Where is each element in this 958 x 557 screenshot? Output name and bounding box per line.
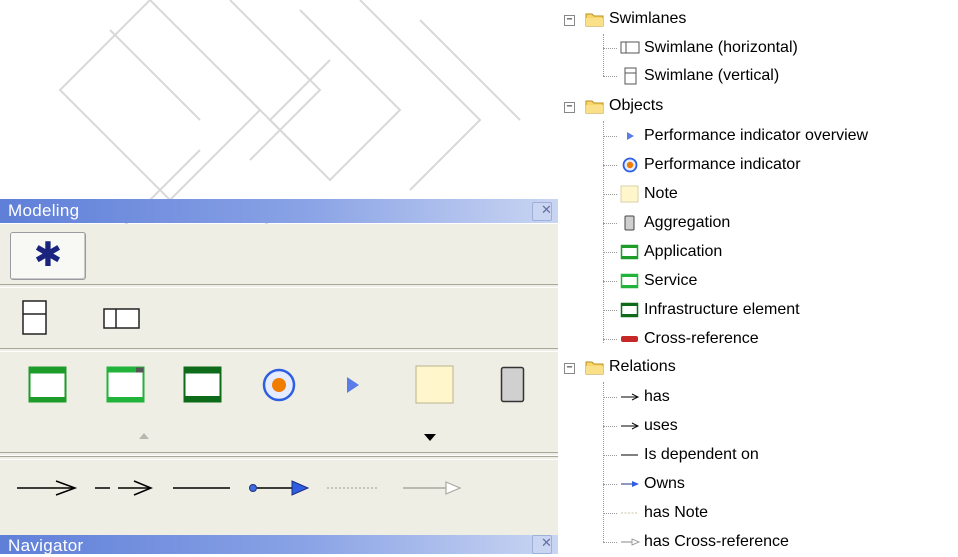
tree-item-label: Cross-reference — [644, 330, 759, 347]
tree-item-is-dependent-on[interactable]: Is dependent on — [620, 444, 759, 466]
tree-connector — [603, 34, 604, 76]
folder-icon — [585, 361, 604, 375]
has-cross-reference-arrow-icon — [621, 538, 640, 546]
tree-item-has-note[interactable]: has Note — [620, 502, 708, 524]
tree-item-infrastructure-element[interactable]: Infrastructure element — [620, 299, 800, 321]
has-arrow-icon — [621, 393, 640, 401]
swimlane-vertical-icon — [624, 67, 637, 85]
swimlanes-collapse-toggle[interactable]: − — [564, 15, 575, 26]
tree-group-swimlanes[interactable]: Swimlanes — [585, 8, 686, 30]
tree-item-has-cross-reference[interactable]: has Cross-reference — [620, 531, 789, 553]
folder-icon — [585, 100, 604, 114]
tree-connector — [603, 48, 617, 49]
objects-collapse-toggle[interactable]: − — [564, 102, 575, 113]
cross-reference-icon — [621, 335, 638, 342]
note-icon — [620, 185, 639, 203]
performance-indicator-overview-icon — [627, 131, 634, 140]
tree-item-application[interactable]: Application — [620, 241, 722, 263]
application-icon — [620, 244, 639, 260]
infrastructure-element-icon — [620, 302, 639, 318]
tree-item-label: Swimlane (vertical) — [644, 67, 780, 84]
tree-connector — [603, 76, 617, 77]
tree-connector — [603, 382, 604, 542]
tree-item-label: Aggregation — [644, 214, 731, 231]
tree-item-service[interactable]: Service — [620, 270, 697, 292]
tree-item-label: Owns — [644, 475, 685, 492]
tree-connector — [603, 513, 617, 514]
tree-connector — [603, 194, 617, 195]
tree-item-label: Is dependent on — [644, 446, 759, 463]
tree-connector — [603, 542, 617, 543]
performance-indicator-icon — [622, 157, 638, 173]
tree-group-label: Swimlanes — [609, 10, 687, 27]
tree-item-label: has Note — [644, 504, 709, 521]
object-tree: − Swimlanes Swimlane (horizontal) Swimla… — [0, 0, 958, 554]
tree-item-note[interactable]: Note — [620, 183, 678, 205]
tree-group-label: Relations — [609, 358, 676, 375]
tree-item-performance-indicator[interactable]: Performance indicator — [620, 154, 801, 176]
tree-item-swimlane-vertical[interactable]: Swimlane (vertical) — [620, 65, 779, 87]
tree-connector — [603, 281, 617, 282]
tree-item-label: Swimlane (horizontal) — [644, 39, 798, 56]
tree-item-label: Infrastructure element — [644, 301, 800, 318]
tree-connector — [603, 310, 617, 311]
tree-item-swimlane-horizontal[interactable]: Swimlane (horizontal) — [620, 37, 798, 59]
swimlane-horizontal-icon — [620, 41, 640, 54]
dependent-line-icon — [621, 454, 638, 456]
tree-group-label: Objects — [609, 97, 664, 114]
tree-item-has[interactable]: has — [620, 386, 670, 408]
folder-icon — [585, 13, 604, 27]
relations-collapse-toggle[interactable]: − — [564, 363, 575, 374]
service-icon — [620, 273, 639, 289]
tree-item-uses[interactable]: uses — [620, 415, 678, 437]
tree-item-label: Application — [644, 243, 723, 260]
has-note-line-icon — [621, 512, 638, 514]
tree-item-label: Performance indicator overview — [644, 127, 869, 144]
tree-item-aggregation[interactable]: Aggregation — [620, 212, 730, 234]
tree-group-relations[interactable]: Relations — [585, 356, 676, 378]
tree-connector — [603, 339, 617, 340]
tree-item-label: has Cross-reference — [644, 533, 789, 550]
tree-connector — [603, 252, 617, 253]
aggregation-icon — [624, 215, 635, 231]
tree-item-label: Performance indicator — [644, 156, 801, 173]
tree-item-label: Service — [644, 272, 698, 289]
tree-item-owns[interactable]: Owns — [620, 473, 685, 495]
tree-group-objects[interactable]: Objects — [585, 95, 663, 117]
tree-connector — [603, 455, 617, 456]
owns-arrow-icon — [621, 480, 639, 487]
tree-connector — [603, 223, 617, 224]
uses-arrow-icon — [621, 422, 640, 430]
tree-item-label: uses — [644, 417, 678, 434]
tree-connector — [603, 426, 617, 427]
tree-connector — [603, 136, 617, 137]
tree-item-label: has — [644, 388, 670, 405]
tree-item-performance-indicator-overview[interactable]: Performance indicator overview — [620, 125, 868, 147]
tree-connector — [603, 165, 617, 166]
tree-connector — [603, 397, 617, 398]
tree-item-label: Note — [644, 185, 678, 202]
tree-connector — [603, 484, 617, 485]
tree-item-cross-reference[interactable]: Cross-reference — [620, 328, 759, 350]
